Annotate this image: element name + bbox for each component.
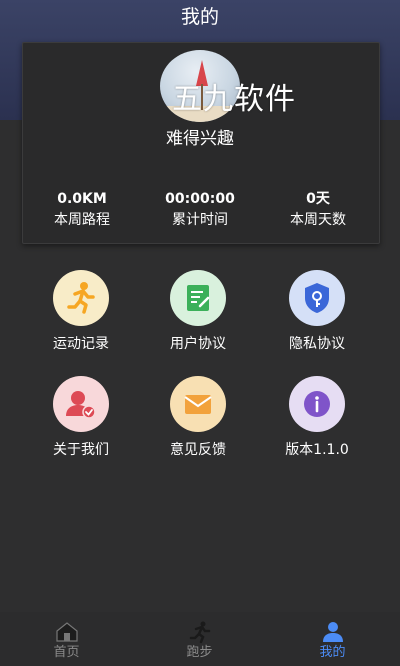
tab-label: 首页 <box>53 645 80 660</box>
tab-running[interactable]: 跑步 <box>133 612 266 666</box>
bottom-tab-bar: 首页 跑步 我的 <box>0 612 400 666</box>
stat-weekly-distance: 0.0KM 本周路程 <box>22 190 142 230</box>
menu-item-version[interactable]: 版本1.1.0 <box>257 376 377 460</box>
menu-item-label: 关于我们 <box>53 442 109 458</box>
runner-icon <box>187 620 213 644</box>
user-check-icon <box>53 376 109 432</box>
menu-item-exercise-records[interactable]: 运动记录 <box>21 270 141 354</box>
tab-home[interactable]: 首页 <box>0 612 133 666</box>
stat-weekly-days: 0天 本周天数 <box>258 190 378 230</box>
profile-page: 我的 五九软件 难得兴趣 0.0KM 本周路程 00:00:00 累计时间 0天… <box>0 0 400 666</box>
page-title: 我的 <box>180 6 219 28</box>
user-nickname: 难得兴趣 <box>166 129 234 149</box>
info-icon <box>289 376 345 432</box>
menu-item-label: 隐私协议 <box>289 336 345 352</box>
stat-label: 累计时间 <box>172 212 228 228</box>
stat-label: 本周路程 <box>54 212 110 228</box>
menu-item-user-agreement[interactable]: 用户协议 <box>138 270 258 354</box>
stat-total-time: 00:00:00 累计时间 <box>140 190 260 230</box>
home-icon <box>54 620 80 644</box>
stat-label: 本周天数 <box>290 212 346 228</box>
menu-item-privacy-agreement[interactable]: 隐私协议 <box>257 270 377 354</box>
menu-item-label: 意见反馈 <box>170 442 226 458</box>
menu-item-about-us[interactable]: 关于我们 <box>21 376 141 460</box>
tab-mine[interactable]: 我的 <box>266 612 399 666</box>
menu-item-label: 运动记录 <box>53 336 109 352</box>
stat-value: 0天 <box>306 191 330 207</box>
person-icon <box>320 620 346 644</box>
menu-item-label: 版本1.1.0 <box>285 442 349 458</box>
tab-label: 我的 <box>319 645 346 660</box>
document-edit-icon <box>170 270 226 326</box>
running-person-icon <box>53 270 109 326</box>
tab-label: 跑步 <box>186 645 213 660</box>
menu-item-feedback[interactable]: 意见反馈 <box>138 376 258 460</box>
watermark-text: 五九软件 <box>172 82 296 117</box>
shield-key-icon <box>289 270 345 326</box>
stat-value: 0.0KM <box>57 191 107 207</box>
menu-item-label: 用户协议 <box>170 336 226 352</box>
stat-value: 00:00:00 <box>165 191 235 207</box>
mail-icon <box>170 376 226 432</box>
